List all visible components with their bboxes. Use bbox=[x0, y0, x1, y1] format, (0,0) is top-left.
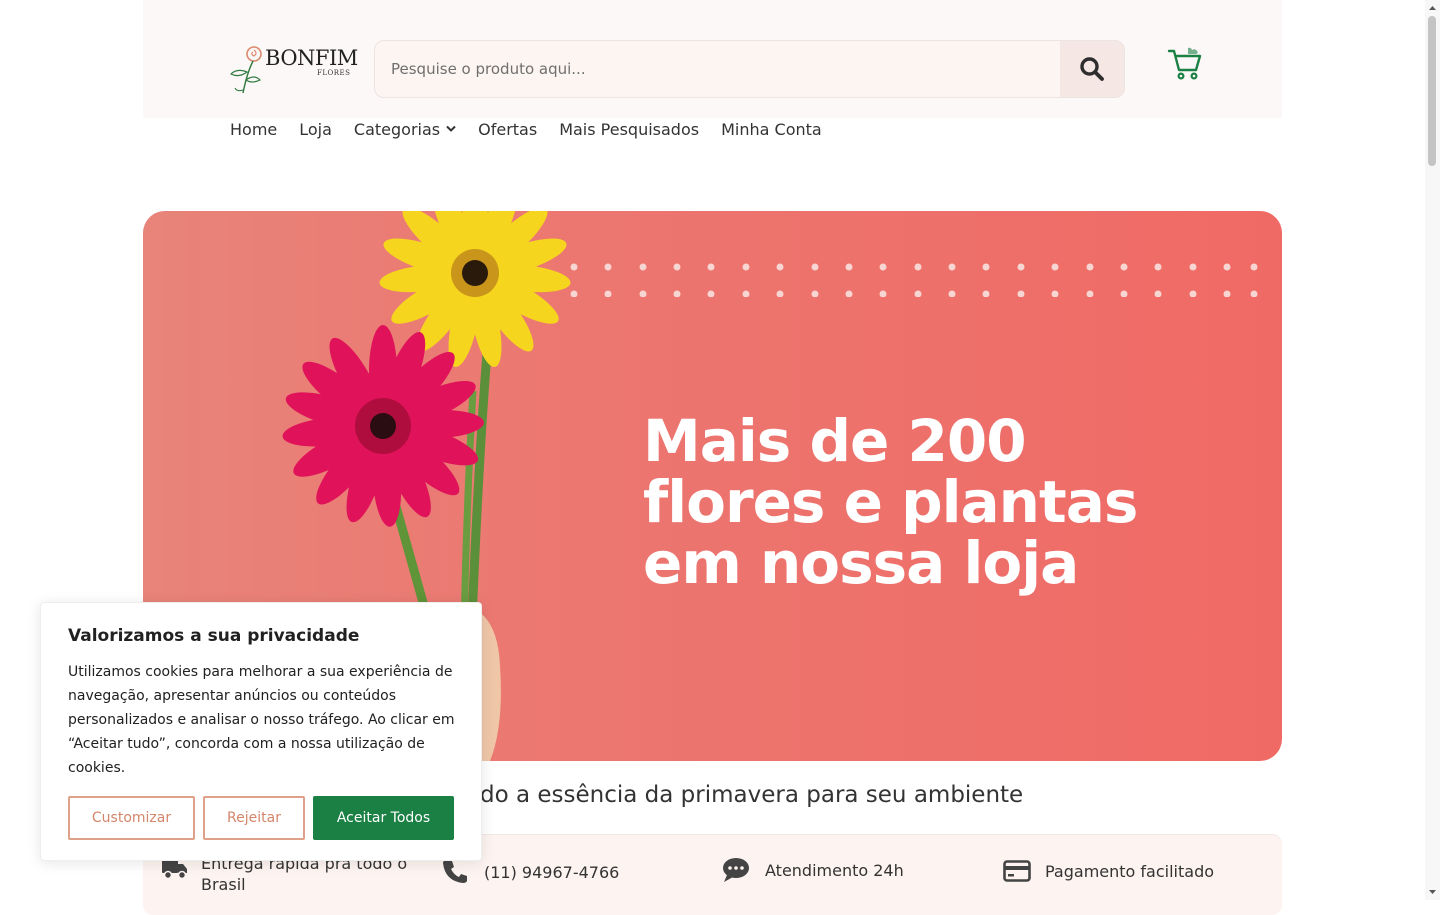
feature-support-text: Atendimento 24h bbox=[765, 860, 904, 880]
phone-icon bbox=[443, 860, 467, 883]
nav-loja[interactable]: Loja bbox=[299, 120, 332, 139]
feature-phone-text[interactable]: (11) 94967-4766 bbox=[484, 862, 619, 883]
feature-phone: (11) 94967-4766 bbox=[442, 859, 619, 885]
nav-categorias[interactable]: Categorias bbox=[354, 120, 456, 139]
customize-button[interactable]: Customizar bbox=[68, 796, 195, 840]
nav-home[interactable]: Home bbox=[230, 120, 277, 139]
feature-payment-text: Pagamento facilitado bbox=[1045, 861, 1215, 881]
tagline: do a essência da primavera para seu ambi… bbox=[480, 782, 1024, 808]
scroll-up-arrow-icon bbox=[1429, 6, 1436, 10]
search-button[interactable] bbox=[1060, 41, 1124, 97]
cookie-consent-banner: Valorizamos a sua privacidade Utilizamos… bbox=[40, 602, 482, 861]
rose-logo-icon bbox=[229, 46, 262, 94]
main-nav: Home Loja Categorias Ofertas Mais Pesqui… bbox=[230, 118, 844, 140]
cart-icon bbox=[1167, 47, 1202, 80]
cart-button[interactable] bbox=[1167, 46, 1203, 82]
logo[interactable]: BONFIM FLORES bbox=[227, 40, 358, 96]
site-header: BONFIM FLORES Pesquise o produto aqui... bbox=[143, 0, 1282, 118]
search-icon bbox=[1080, 57, 1104, 81]
hero-title: Mais de 200 flores e plantas em nossa lo… bbox=[643, 411, 1203, 594]
cookie-text: Utilizamos cookies para melhorar a sua e… bbox=[68, 664, 455, 776]
chevron-down-icon bbox=[446, 125, 456, 132]
feature-support: Atendimento 24h bbox=[722, 857, 904, 883]
scroll-down-arrow-icon bbox=[1429, 890, 1436, 894]
nav-mais-pesquisados[interactable]: Mais Pesquisados bbox=[559, 120, 699, 139]
search-input[interactable]: Pesquise o produto aqui... bbox=[391, 60, 586, 78]
hero-title-line-2: flores e plantas bbox=[643, 468, 1138, 536]
logo-wordmark: BONFIM bbox=[265, 46, 358, 70]
accept-all-button[interactable]: Aceitar Todos bbox=[313, 796, 454, 840]
nav-ofertas[interactable]: Ofertas bbox=[478, 120, 537, 139]
feature-payment: Pagamento facilitado bbox=[1003, 859, 1214, 883]
nav-minha-conta[interactable]: Minha Conta bbox=[721, 120, 822, 139]
cookie-title: Valorizamos a sua privacidade bbox=[68, 626, 360, 646]
chat-icon bbox=[723, 858, 749, 882]
hero-title-line-3: em nossa loja bbox=[643, 529, 1079, 597]
hero-title-line-1: Mais de 200 bbox=[643, 407, 1027, 475]
scrollbar-thumb[interactable] bbox=[1428, 16, 1436, 166]
search-bar: Pesquise o produto aqui... bbox=[374, 40, 1125, 98]
page-scrollbar[interactable] bbox=[1425, 0, 1440, 900]
reject-button[interactable]: Rejeitar bbox=[203, 796, 305, 840]
credit-card-icon bbox=[1003, 860, 1031, 882]
logo-subtitle: FLORES bbox=[317, 69, 351, 77]
nav-categorias-label: Categorias bbox=[353, 119, 441, 139]
